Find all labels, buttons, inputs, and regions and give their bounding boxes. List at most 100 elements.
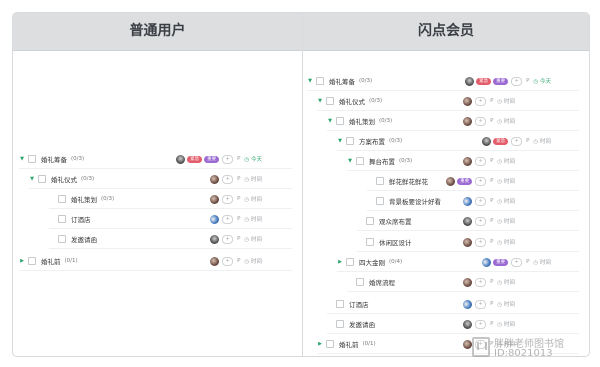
priority-flag-icon[interactable]: P (526, 259, 529, 265)
priority-flag-icon[interactable]: P (490, 321, 493, 327)
due-time[interactable]: ◷ 时间 (244, 235, 262, 243)
priority-flag-icon[interactable]: P (237, 216, 240, 222)
due-time[interactable]: ◷ 时间 (497, 217, 515, 225)
expand-caret-icon[interactable]: ▼ (317, 98, 323, 104)
due-time[interactable]: ◷ 时间 (497, 177, 515, 185)
avatar[interactable] (482, 136, 492, 146)
due-time[interactable]: ◷ 时间 (497, 117, 515, 125)
task-row[interactable]: 休闲区设计 + P ◷ 时间 (357, 232, 579, 252)
avatar[interactable] (210, 234, 220, 244)
due-time[interactable]: ◷ 时间 (244, 257, 262, 265)
avatar[interactable] (463, 156, 473, 166)
due-time[interactable]: ◷ 时间 (244, 215, 262, 223)
add-subtask-button[interactable]: + (475, 156, 487, 166)
due-time[interactable]: ◷ 时间 (497, 320, 515, 328)
avatar[interactable] (463, 339, 473, 349)
expand-caret-icon[interactable]: ▼ (327, 118, 333, 124)
task-checkbox[interactable] (38, 175, 46, 183)
collapse-caret-icon[interactable]: ▶ (19, 258, 25, 264)
due-time[interactable]: ◷ 时间 (533, 137, 551, 145)
avatar[interactable] (463, 299, 473, 309)
expand-caret-icon[interactable]: ▼ (29, 176, 35, 182)
priority-flag-icon[interactable]: P (490, 118, 493, 124)
priority-flag-icon[interactable]: P (237, 196, 240, 202)
task-row[interactable]: ▼ 方案布置 (0/3) 紧急 + P ◷ 时间 (337, 131, 579, 151)
tag-badge[interactable]: 重要 (204, 155, 220, 163)
task-checkbox[interactable] (316, 77, 324, 85)
add-subtask-button[interactable]: + (475, 176, 487, 186)
priority-flag-icon[interactable]: P (237, 156, 240, 162)
task-row[interactable]: 鲜花鲜花鲜花 重要 + P ◷ 时间 (367, 171, 579, 191)
priority-flag-icon[interactable]: P (526, 138, 529, 144)
avatar[interactable] (446, 176, 456, 186)
task-checkbox[interactable] (366, 217, 374, 225)
avatar[interactable] (176, 154, 186, 164)
add-subtask-button[interactable]: + (475, 196, 487, 206)
priority-flag-icon[interactable]: P (490, 158, 493, 164)
tag-badge[interactable]: 紧急 (476, 77, 492, 85)
tag-badge[interactable]: 重要 (493, 258, 509, 266)
task-checkbox[interactable] (58, 215, 66, 223)
task-checkbox[interactable] (366, 238, 374, 246)
task-row[interactable]: ▶ 四大金刚 (0/4) 重要 + P ◷ 时间 (337, 252, 579, 272)
priority-flag-icon[interactable]: P (526, 78, 529, 84)
add-subtask-button[interactable]: + (222, 214, 234, 224)
priority-flag-icon[interactable]: P (490, 218, 493, 224)
add-subtask-button[interactable]: + (475, 237, 487, 247)
add-subtask-button[interactable]: + (222, 174, 234, 184)
avatar[interactable] (210, 174, 220, 184)
task-row[interactable]: 婚礼策划 (0/3) + P ◷ 时间 (49, 189, 292, 209)
avatar[interactable] (463, 216, 473, 226)
priority-flag-icon[interactable]: P (490, 301, 493, 307)
tag-badge[interactable]: 重要 (457, 177, 473, 185)
due-time[interactable]: ◷ 今天 (244, 155, 262, 163)
due-time[interactable]: ◷ 时间 (497, 197, 515, 205)
avatar[interactable] (463, 319, 473, 329)
task-row[interactable]: ▼ 婚礼策划 (0/3) + P ◷ 时间 (327, 111, 579, 131)
task-row[interactable]: ▶ 婚礼前 (0/1) + P ◷ 时间 (19, 251, 292, 271)
task-row[interactable]: ▼ 婚礼仪式 (0/3) + P ◷ 时间 (29, 169, 292, 189)
due-time[interactable]: ◷ 时间 (497, 278, 515, 286)
due-time[interactable]: ◷ 时间 (244, 175, 262, 183)
avatar[interactable] (465, 76, 475, 86)
add-subtask-button[interactable]: + (222, 256, 234, 266)
priority-flag-icon[interactable]: P (490, 198, 493, 204)
task-checkbox[interactable] (376, 177, 384, 185)
avatar[interactable] (463, 237, 473, 247)
collapse-caret-icon[interactable]: ▶ (317, 341, 323, 347)
task-row[interactable]: 背景板要设计好看 + P ◷ 时间 (367, 191, 579, 211)
task-checkbox[interactable] (376, 197, 384, 205)
add-subtask-button[interactable]: + (475, 216, 487, 226)
task-checkbox[interactable] (336, 117, 344, 125)
avatar[interactable] (210, 256, 220, 266)
add-subtask-button[interactable]: + (222, 194, 234, 204)
priority-flag-icon[interactable]: P (490, 98, 493, 104)
expand-caret-icon[interactable]: ▼ (347, 158, 353, 164)
avatar[interactable] (210, 194, 220, 204)
task-checkbox[interactable] (336, 300, 344, 308)
priority-flag-icon[interactable]: P (490, 239, 493, 245)
task-row[interactable]: ▼ 婚礼仪式 (0/3) + P ◷ 时间 (317, 91, 579, 111)
add-subtask-button[interactable]: + (222, 154, 234, 164)
collapse-caret-icon[interactable]: ▶ (337, 259, 343, 265)
tag-badge[interactable]: 紧急 (493, 137, 509, 145)
task-checkbox[interactable] (346, 137, 354, 145)
priority-flag-icon[interactable]: P (237, 236, 240, 242)
add-subtask-button[interactable]: + (511, 136, 523, 146)
task-row[interactable]: 观众席布置 + P ◷ 时间 (357, 211, 579, 231)
add-subtask-button[interactable]: + (475, 299, 487, 309)
priority-flag-icon[interactable]: P (237, 258, 240, 264)
task-checkbox[interactable] (356, 278, 364, 286)
task-checkbox[interactable] (356, 157, 364, 165)
due-time[interactable]: ◷ 今天 (533, 77, 551, 85)
add-subtask-button[interactable]: + (511, 76, 523, 86)
priority-flag-icon[interactable]: P (237, 176, 240, 182)
avatar[interactable] (210, 214, 220, 224)
task-row[interactable]: ▼ 婚礼筹备 (0/3) 紧急 重要 + P ◷ 今天 (19, 149, 292, 169)
avatar[interactable] (463, 96, 473, 106)
task-row[interactable]: ▼ 舞台布置 (0/3) + P ◷ 时间 (347, 151, 579, 171)
task-row[interactable]: ▼ 婚礼筹备 (0/3) 紧急 重要 + P ◷ 今天 (307, 71, 579, 91)
avatar[interactable] (463, 277, 473, 287)
add-subtask-button[interactable]: + (511, 257, 523, 267)
task-checkbox[interactable] (28, 257, 36, 265)
